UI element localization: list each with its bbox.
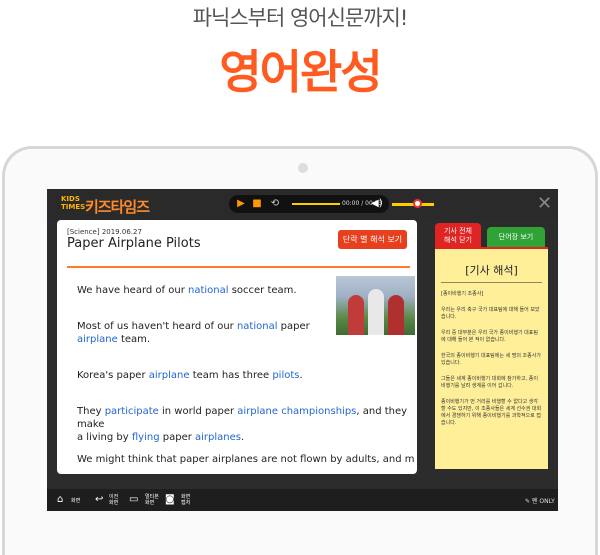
article-photo xyxy=(336,276,415,335)
note-paragraph: 한국의 종이비행기 대표팀에는 세 명의 조종사가 있습니다. xyxy=(441,353,541,366)
home-icon[interactable]: ⌂ xyxy=(57,494,63,505)
note-paragraph: 우리 중 대부분은 우리 국가 종이비행기 대표팀에 대해 들어 본 적이 없습… xyxy=(441,330,538,343)
volume-knob[interactable] xyxy=(413,199,422,208)
logo-kids: KIDS xyxy=(61,195,80,203)
back-label[interactable]: 이전 화면 xyxy=(109,494,118,506)
multi-view-icon[interactable]: ▭ xyxy=(129,494,138,505)
keyword[interactable]: airplane xyxy=(149,370,190,381)
note-body: [종이비행기 조종사] 우리는 우리 축구 국가 대표팀에 대해 들어 보았습니… xyxy=(441,291,542,427)
article-paragraph: They participate in world paper airplane… xyxy=(77,406,408,443)
camera-dot xyxy=(298,163,308,173)
volume-icon[interactable]: ◀) xyxy=(371,198,383,209)
article-title: Paper Airplane Pilots xyxy=(67,236,201,251)
logo-times: TIMES xyxy=(61,203,86,211)
tablet-frame: KIDS TIMES 키즈타임즈 ▶ ■ ⟲ 00:00 / 00:33 ◀) … xyxy=(2,146,598,555)
tab-label: 해석 닫기 xyxy=(444,236,472,244)
keyword[interactable]: pilots xyxy=(272,370,299,381)
bottom-bar: ⌂ 화면 ↩ 이전 화면 ▭ 멀티본 화면 ◙ 화면 캡처 ✎ 펜 ONLY xyxy=(47,489,558,511)
tab-label: 기사 전체 xyxy=(444,227,472,235)
note-title: [기사 해석] xyxy=(465,264,518,277)
content-bottom-area xyxy=(47,474,558,489)
app-logo: 키즈타임즈 xyxy=(85,198,150,216)
stop-icon[interactable]: ■ xyxy=(251,198,263,210)
note-paragraph: 종이비행기가 먼 거리를 비행할 수 없다고 생각할 수도 있지만, 이 조종사… xyxy=(441,399,542,426)
note-paragraph: [종이비행기 조종사] xyxy=(441,291,484,297)
keyword[interactable]: airplane xyxy=(77,334,118,345)
top-bar: KIDS TIMES 키즈타임즈 ▶ ■ ⟲ 00:00 / 00:33 ◀) … xyxy=(47,189,558,219)
keyword[interactable]: participate xyxy=(105,406,159,417)
camera-icon[interactable]: ◙ xyxy=(165,494,175,505)
home-label[interactable]: 화면 xyxy=(71,498,80,504)
hero-subtitle: 파닉스부터 영어신문까지! xyxy=(192,6,409,30)
note-divider xyxy=(441,282,542,283)
play-icon[interactable]: ▶ xyxy=(235,198,247,210)
tab-vocabulary[interactable]: 단어장 보기 xyxy=(487,227,545,247)
photo-person xyxy=(388,295,404,335)
repeat-icon[interactable]: ⟲ xyxy=(269,198,281,210)
note-paragraph: 그들은 세계 종이비행기 대회에 참가하고, 종이비행기를 날려 생계를 이어 … xyxy=(441,376,538,389)
app-screen: KIDS TIMES 키즈타임즈 ▶ ■ ⟲ 00:00 / 00:33 ◀) … xyxy=(47,189,558,511)
keyword[interactable]: airplanes xyxy=(195,432,241,443)
logo-small: KIDS TIMES xyxy=(61,195,85,211)
hero-title: 영어완성 xyxy=(219,45,382,99)
photo-person xyxy=(348,295,364,335)
note-paragraph: 우리는 우리 축구 국가 대표팀에 대해 들어 보았습니다. xyxy=(441,307,540,320)
title-divider xyxy=(67,266,410,268)
tab-close-full-interpretation[interactable]: 기사 전체 해석 닫기 xyxy=(435,223,481,249)
seek-bar[interactable] xyxy=(292,203,340,205)
keyword[interactable]: flying xyxy=(132,432,160,443)
audio-player: ▶ ■ ⟲ 00:00 / 00:33 ◀) xyxy=(229,195,389,213)
paragraph-interpretation-button[interactable]: 단락 별 해석 보기 xyxy=(338,230,407,249)
close-icon[interactable]: ✕ xyxy=(537,193,552,214)
photo-person xyxy=(368,289,384,335)
article-panel: [Science] 2019.06.27 Paper Airplane Pilo… xyxy=(57,220,417,474)
article-paragraph: We have heard of our national soccer tea… xyxy=(77,285,297,296)
keyword[interactable]: national xyxy=(188,285,229,296)
keyword[interactable]: national xyxy=(237,321,278,332)
back-icon[interactable]: ↩ xyxy=(95,494,103,505)
article-meta: [Science] 2019.06.27 xyxy=(67,228,142,236)
pen-only-toggle[interactable]: ✎ 펜 ONLY xyxy=(525,496,555,505)
interpretation-note: [기사 해석] [종이비행기 조종사] 우리는 우리 축구 국가 대표팀에 대해… xyxy=(435,247,548,469)
multi-view-label[interactable]: 멀티본 화면 xyxy=(145,494,159,506)
keyword[interactable]: airplane championships xyxy=(237,406,356,417)
article-paragraph: Most of us haven't heard of our national… xyxy=(77,321,310,345)
article-paragraph: Korea's paper airplane team has three pi… xyxy=(77,370,303,381)
capture-label[interactable]: 화면 캡처 xyxy=(181,494,190,506)
article-paragraph: We might think that paper airplanes are … xyxy=(77,454,415,465)
